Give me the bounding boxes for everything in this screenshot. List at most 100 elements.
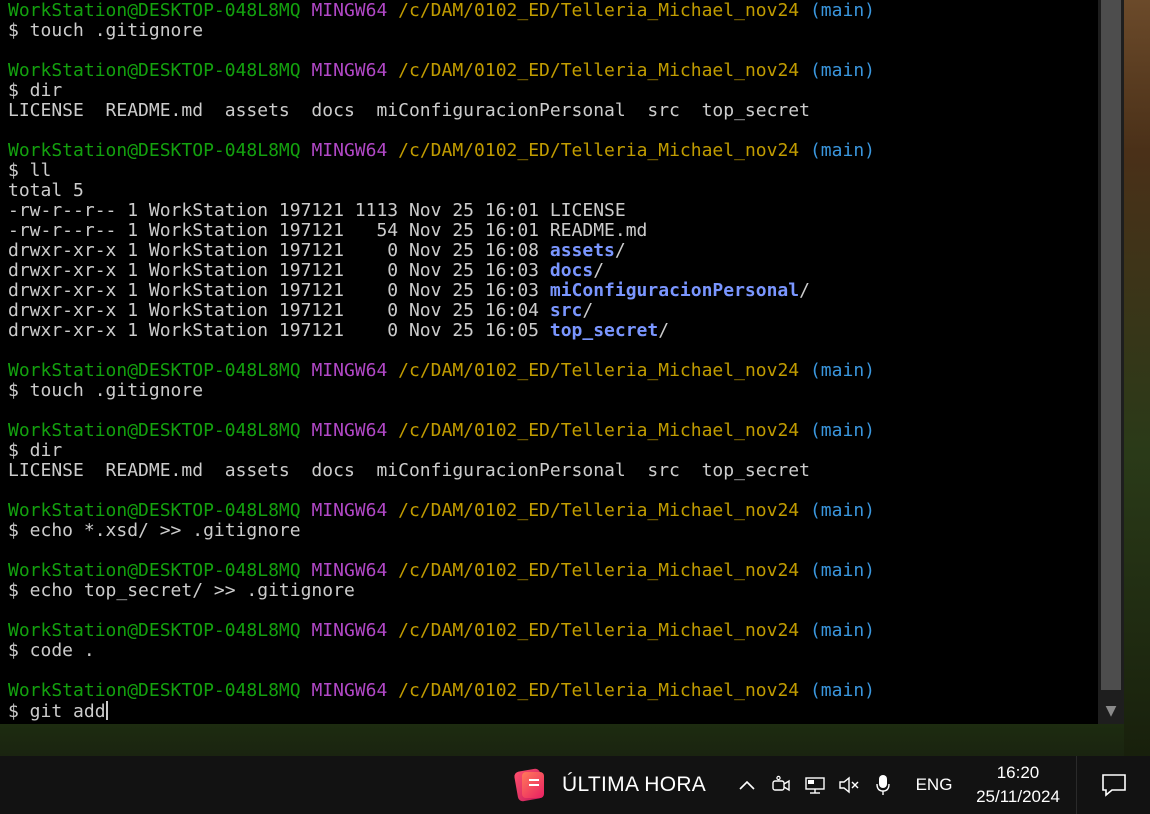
clock-date: 25/11/2024 bbox=[976, 787, 1060, 806]
directory-name: miConfiguracionPersonal bbox=[549, 280, 800, 301]
command-line: $ dir bbox=[8, 440, 63, 461]
terminal-scrollbar[interactable]: ▼ bbox=[1098, 0, 1124, 724]
listing-line: drwxr-xr-x 1 WorkStation 197121 0 Nov 25… bbox=[8, 321, 1098, 341]
listing-line: drwxr-xr-x 1 WorkStation 197121 0 Nov 25… bbox=[8, 241, 1098, 261]
prompt-path: /c/DAM/0102_ED/Telleria_Michael_nov24 bbox=[398, 60, 800, 81]
notification-center-button[interactable] bbox=[1076, 756, 1150, 814]
prompt-line: WorkStation@DESKTOP-048L8MQ MINGW64 /c/D… bbox=[8, 1, 1098, 21]
volume-muted-icon[interactable] bbox=[832, 756, 866, 814]
prompt-path: /c/DAM/0102_ED/Telleria_Michael_nov24 bbox=[398, 0, 800, 21]
prompt-line: WorkStation@DESKTOP-048L8MQ MINGW64 /c/D… bbox=[8, 561, 1098, 581]
listing-attributes: drwxr-xr-x 1 WorkStation 197121 0 Nov 25… bbox=[8, 280, 550, 301]
prompt-path: /c/DAM/0102_ED/Telleria_Michael_nov24 bbox=[398, 360, 800, 381]
prompt-line: WorkStation@DESKTOP-048L8MQ MINGW64 /c/D… bbox=[8, 501, 1098, 521]
prompt-user-host: WorkStation@DESKTOP-048L8MQ bbox=[8, 680, 301, 701]
current-input-text: $ git add bbox=[8, 701, 106, 722]
prompt-branch: (main) bbox=[809, 560, 875, 581]
taskbar: ÚLTIMA HORA ENG 16:20 25/11/2024 bbox=[0, 756, 1150, 814]
news-widget[interactable]: ÚLTIMA HORA bbox=[510, 764, 706, 806]
listing-line: drwxr-xr-x 1 WorkStation 197121 0 Nov 25… bbox=[8, 281, 1098, 301]
prompt-branch: (main) bbox=[809, 620, 875, 641]
prompt-path: /c/DAM/0102_ED/Telleria_Michael_nov24 bbox=[398, 680, 800, 701]
meet-now-icon[interactable] bbox=[764, 756, 798, 814]
listing-attributes: drwxr-xr-x 1 WorkStation 197121 0 Nov 25… bbox=[8, 320, 550, 341]
directory-suffix: / bbox=[799, 280, 810, 301]
chevron-up-icon[interactable] bbox=[730, 756, 764, 814]
prompt-user-host: WorkStation@DESKTOP-048L8MQ bbox=[8, 60, 301, 81]
output-line: LICENSE README.md assets docs miConfigur… bbox=[8, 460, 810, 481]
output-line: -rw-r--r-- 1 WorkStation 197121 54 Nov 2… bbox=[8, 220, 648, 241]
network-icon[interactable] bbox=[798, 756, 832, 814]
clock[interactable]: 16:20 25/11/2024 bbox=[962, 761, 1074, 809]
prompt-system: MINGW64 bbox=[311, 560, 388, 581]
prompt-path: /c/DAM/0102_ED/Telleria_Michael_nov24 bbox=[398, 140, 800, 161]
scrollbar-thumb[interactable] bbox=[1101, 0, 1121, 690]
output-line: -rw-r--r-- 1 WorkStation 197121 1113 Nov… bbox=[8, 200, 626, 221]
prompt-path: /c/DAM/0102_ED/Telleria_Michael_nov24 bbox=[398, 560, 800, 581]
command-line: $ ll bbox=[8, 160, 52, 181]
prompt-branch: (main) bbox=[809, 60, 875, 81]
prompt-system: MINGW64 bbox=[311, 360, 388, 381]
text-cursor bbox=[105, 701, 108, 720]
prompt-branch: (main) bbox=[809, 0, 875, 21]
prompt-branch: (main) bbox=[809, 680, 875, 701]
language-indicator[interactable]: ENG bbox=[914, 756, 954, 814]
prompt-line: WorkStation@DESKTOP-048L8MQ MINGW64 /c/D… bbox=[8, 681, 1098, 701]
prompt-path: /c/DAM/0102_ED/Telleria_Michael_nov24 bbox=[398, 420, 800, 441]
prompt-system: MINGW64 bbox=[311, 500, 388, 521]
prompt-user-host: WorkStation@DESKTOP-048L8MQ bbox=[8, 0, 301, 21]
directory-suffix: / bbox=[614, 240, 626, 261]
news-icon bbox=[510, 766, 548, 804]
prompt-line: WorkStation@DESKTOP-048L8MQ MINGW64 /c/D… bbox=[8, 421, 1098, 441]
prompt-user-host: WorkStation@DESKTOP-048L8MQ bbox=[8, 360, 301, 381]
prompt-line: WorkStation@DESKTOP-048L8MQ MINGW64 /c/D… bbox=[8, 61, 1098, 81]
prompt-branch: (main) bbox=[809, 140, 875, 161]
prompt-user-host: WorkStation@DESKTOP-048L8MQ bbox=[8, 560, 301, 581]
prompt-system: MINGW64 bbox=[311, 0, 388, 21]
command-line: $ echo top_secret/ >> .gitignore bbox=[8, 580, 355, 601]
command-line: $ touch .gitignore bbox=[8, 380, 204, 401]
prompt-user-host: WorkStation@DESKTOP-048L8MQ bbox=[8, 500, 301, 521]
prompt-line: WorkStation@DESKTOP-048L8MQ MINGW64 /c/D… bbox=[8, 361, 1098, 381]
prompt-path: /c/DAM/0102_ED/Telleria_Michael_nov24 bbox=[398, 620, 800, 641]
prompt-user-host: WorkStation@DESKTOP-048L8MQ bbox=[8, 140, 301, 161]
prompt-system: MINGW64 bbox=[311, 140, 388, 161]
listing-line: drwxr-xr-x 1 WorkStation 197121 0 Nov 25… bbox=[8, 261, 1098, 281]
directory-name: docs bbox=[549, 260, 594, 281]
scroll-down-arrow-icon[interactable]: ▼ bbox=[1098, 698, 1124, 724]
command-line: $ echo *.xsd/ >> .gitignore bbox=[8, 520, 301, 541]
git-bash-terminal[interactable]: WorkStation@DESKTOP-048L8MQ MINGW64 /c/D… bbox=[0, 0, 1124, 724]
command-line: $ dir bbox=[8, 80, 63, 101]
system-tray bbox=[730, 756, 900, 814]
terminal-output[interactable]: WorkStation@DESKTOP-048L8MQ MINGW64 /c/D… bbox=[8, 1, 1098, 722]
listing-attributes: drwxr-xr-x 1 WorkStation 197121 0 Nov 25… bbox=[8, 260, 550, 281]
prompt-branch: (main) bbox=[809, 360, 875, 381]
prompt-branch: (main) bbox=[809, 500, 875, 521]
clock-time: 16:20 bbox=[996, 763, 1040, 782]
news-label: ÚLTIMA HORA bbox=[562, 773, 707, 796]
directory-suffix: / bbox=[593, 260, 605, 281]
prompt-system: MINGW64 bbox=[311, 680, 388, 701]
listing-attributes: drwxr-xr-x 1 WorkStation 197121 0 Nov 25… bbox=[8, 300, 550, 321]
prompt-user-host: WorkStation@DESKTOP-048L8MQ bbox=[8, 620, 301, 641]
microphone-icon[interactable] bbox=[866, 756, 900, 814]
directory-name: src bbox=[549, 300, 583, 321]
output-line: total 5 bbox=[8, 180, 84, 201]
output-line: LICENSE README.md assets docs miConfigur… bbox=[8, 100, 810, 121]
current-input-line[interactable]: $ git add bbox=[8, 701, 1098, 722]
prompt-system: MINGW64 bbox=[311, 60, 388, 81]
prompt-system: MINGW64 bbox=[311, 620, 388, 641]
prompt-branch: (main) bbox=[809, 420, 875, 441]
prompt-line: WorkStation@DESKTOP-048L8MQ MINGW64 /c/D… bbox=[8, 621, 1098, 641]
prompt-system: MINGW64 bbox=[311, 420, 388, 441]
prompt-path: /c/DAM/0102_ED/Telleria_Michael_nov24 bbox=[398, 500, 800, 521]
directory-name: top_secret bbox=[549, 320, 659, 341]
directory-suffix: / bbox=[582, 300, 594, 321]
